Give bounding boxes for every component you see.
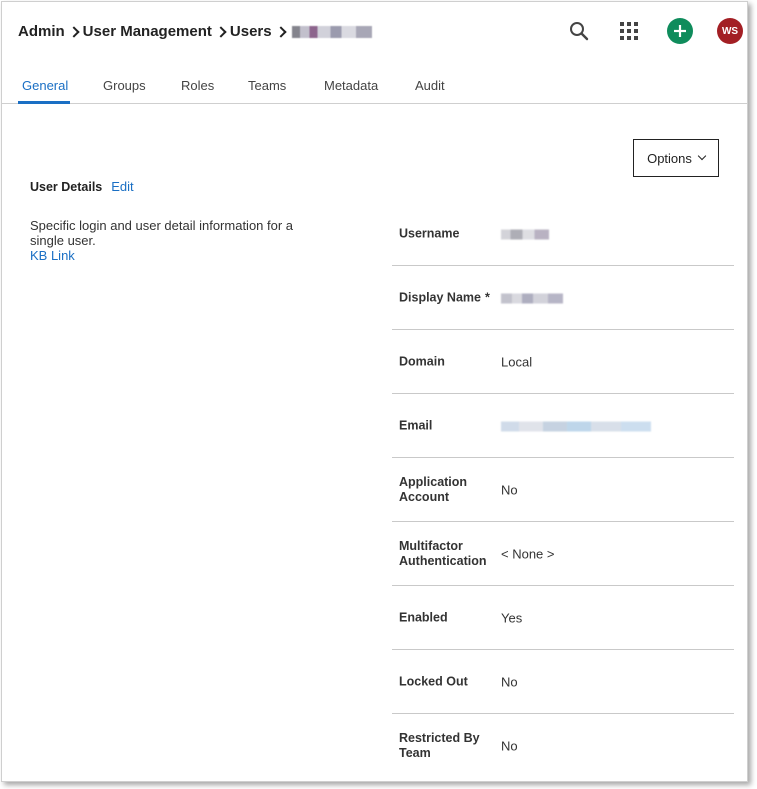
detail-value: Local: [501, 354, 533, 369]
detail-value-redacted: [501, 418, 651, 433]
detail-row-domain: Domain Local: [392, 330, 734, 394]
breadcrumb-users[interactable]: Users: [230, 23, 272, 40]
user-avatar[interactable]: WS: [717, 18, 743, 44]
detail-row-enabled: Enabled Yes: [392, 586, 734, 650]
detail-value: No: [501, 482, 518, 497]
tab-audit[interactable]: Audit: [415, 78, 445, 93]
detail-label: Locked Out: [399, 674, 468, 688]
detail-label: Restricted By Team: [399, 731, 480, 760]
chevron-down-icon: [697, 151, 707, 161]
detail-label: Display Name: [399, 290, 481, 304]
apps-grid-icon[interactable]: [616, 18, 642, 44]
search-icon[interactable]: [566, 18, 592, 44]
tab-roles[interactable]: Roles: [181, 78, 214, 93]
detail-row-application-account: Application Account No: [392, 458, 734, 522]
detail-row-email: Email: [392, 394, 734, 458]
section-header: User Details Edit: [30, 179, 134, 194]
detail-label: Application Account: [399, 474, 468, 504]
detail-value: Yes: [501, 610, 523, 625]
detail-row-locked-out: Locked Out No: [392, 650, 734, 714]
detail-label: Username: [399, 226, 460, 240]
options-button[interactable]: Options: [633, 139, 719, 177]
options-button-label: Options: [647, 150, 692, 166]
detail-value: No: [501, 674, 518, 689]
detail-label-wrap: Display Name *: [399, 290, 499, 305]
section-description: Specific login and user detail informati…: [30, 218, 294, 248]
detail-value: < None >: [501, 546, 555, 561]
detail-row-display-name: Display Name *: [392, 266, 734, 330]
breadcrumb: Admin User Management Users: [18, 23, 372, 40]
plus-icon: [674, 25, 686, 37]
section-title: User Details: [30, 180, 103, 194]
breadcrumb-current-user-redacted: [291, 25, 372, 38]
detail-label: Email: [399, 418, 433, 432]
chevron-right-icon: [272, 25, 290, 39]
detail-row-restricted-by-team: Restricted By Team No: [392, 714, 734, 778]
tab-metadata[interactable]: Metadata: [324, 78, 378, 93]
detail-row-multifactor: Multifactor Authentication < None >: [392, 522, 734, 586]
tab-bar: General Groups Roles Teams Metadata Audi…: [2, 68, 747, 104]
breadcrumb-admin[interactable]: Admin: [18, 23, 65, 40]
detail-label: Enabled: [399, 610, 448, 624]
chevron-right-icon: [212, 25, 230, 39]
user-details-list: Username Display Name * Domain Local Emai…: [392, 202, 734, 778]
add-button[interactable]: [667, 18, 693, 44]
kb-link[interactable]: KB Link: [30, 248, 75, 263]
detail-value-redacted: [501, 226, 549, 241]
chevron-right-icon: [65, 25, 83, 39]
tab-teams[interactable]: Teams: [248, 78, 286, 93]
active-tab-indicator: [18, 101, 70, 104]
edit-link[interactable]: Edit: [111, 179, 133, 194]
detail-label: Domain: [399, 354, 445, 368]
tab-groups[interactable]: Groups: [103, 78, 146, 93]
detail-value: No: [501, 738, 518, 754]
required-marker: *: [484, 290, 490, 304]
tab-general[interactable]: General: [22, 78, 68, 93]
detail-value-redacted: [501, 290, 563, 305]
detail-row-username: Username: [392, 202, 734, 266]
breadcrumb-user-management[interactable]: User Management: [83, 23, 212, 40]
page-header: Admin User Management Users WS: [2, 2, 747, 60]
user-detail-window: Admin User Management Users WS General G…: [1, 1, 748, 782]
detail-label: Multifactor Authentication: [399, 538, 487, 568]
